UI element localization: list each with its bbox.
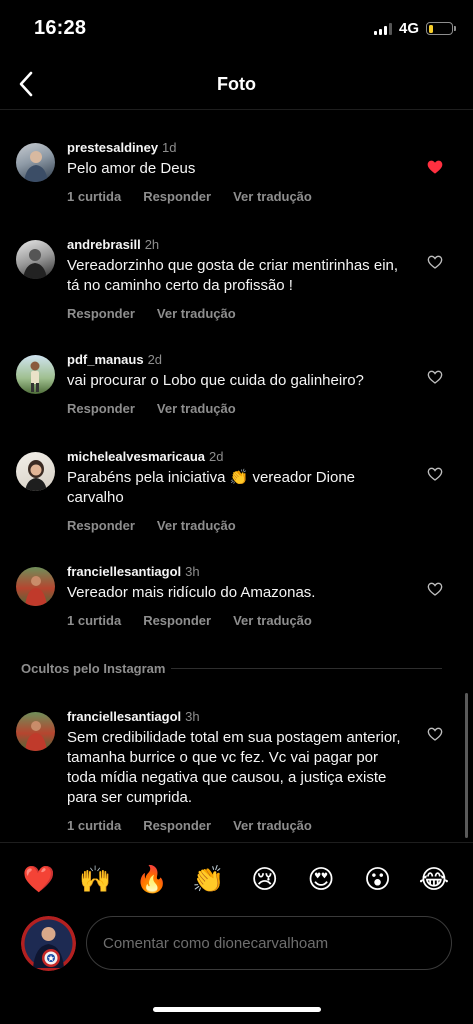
comment-username[interactable]: andrebrasill bbox=[67, 237, 141, 252]
avatar[interactable] bbox=[16, 240, 55, 279]
top-nav: Foto bbox=[0, 58, 473, 110]
status-indicators: 4G bbox=[373, 20, 456, 37]
reply-button[interactable]: Responder bbox=[143, 189, 211, 204]
comment-time: 3h bbox=[185, 709, 200, 724]
avatar[interactable] bbox=[16, 355, 55, 394]
comment-username[interactable]: prestesaldiney bbox=[67, 140, 158, 155]
comment-username[interactable]: franciellesantiagol bbox=[67, 564, 181, 579]
hidden-comments-label[interactable]: Ocultos pelo Instagram bbox=[21, 661, 165, 676]
comment-text: Pelo amor de Deus bbox=[67, 160, 196, 177]
comment-actions: 1 curtida Responder Ver tradução bbox=[67, 818, 407, 833]
battery-level bbox=[428, 24, 433, 33]
comment-body: michelealvesmaricaua 2d Parabéns pela ini… bbox=[67, 449, 407, 533]
reply-button[interactable]: Responder bbox=[67, 401, 135, 416]
emoji-reaction-bar: ❤️ 🙌 🔥 👏 😢 😍 😮 😂 bbox=[0, 842, 473, 914]
like-button[interactable] bbox=[424, 463, 446, 485]
heart-outline-icon bbox=[427, 467, 443, 481]
like-button[interactable] bbox=[424, 251, 446, 273]
comment-body: franciellesantiagol 3h Vereador mais ridí… bbox=[67, 564, 407, 628]
scrollbar[interactable] bbox=[465, 693, 468, 838]
comments-list[interactable]: prestesaldiney 1d Pelo amor de Deus 1 cur… bbox=[0, 112, 473, 842]
comment-actions: 1 curtida Responder Ver tradução bbox=[67, 613, 407, 628]
emoji-surprised[interactable]: 😮 bbox=[361, 862, 395, 896]
heart-filled-icon bbox=[427, 160, 443, 174]
translate-button[interactable]: Ver tradução bbox=[157, 306, 236, 321]
reply-button[interactable]: Responder bbox=[67, 306, 135, 321]
comment-actions: Responder Ver tradução bbox=[67, 518, 407, 533]
translate-button[interactable]: Ver tradução bbox=[233, 613, 312, 628]
emoji-heart-eyes[interactable]: 😍 bbox=[304, 862, 338, 896]
my-avatar[interactable] bbox=[21, 916, 76, 971]
avatar[interactable] bbox=[16, 452, 55, 491]
heart-outline-icon bbox=[427, 370, 443, 384]
signal-icon bbox=[373, 22, 392, 35]
like-button[interactable] bbox=[424, 578, 446, 600]
network-label: 4G bbox=[398, 20, 419, 37]
comment-text: vai procurar o Lobo que cuida do galinhe… bbox=[67, 372, 364, 389]
emoji-fire[interactable]: 🔥 bbox=[135, 862, 169, 896]
status-bar: 16:28 4G bbox=[0, 0, 473, 58]
battery-icon bbox=[426, 22, 456, 35]
comment-body: pdf_manaus 2d vai procurar o Lobo que cui… bbox=[67, 352, 407, 416]
emoji-clap[interactable]: 👏 bbox=[191, 862, 225, 896]
comment-text: Sem credibilidade total em sua postagem … bbox=[67, 729, 401, 806]
divider bbox=[171, 668, 442, 669]
heart-outline-icon bbox=[427, 727, 443, 741]
comment-username[interactable]: franciellesantiagol bbox=[67, 709, 181, 724]
home-indicator[interactable] bbox=[153, 1007, 321, 1012]
comment-text: Parabéns pela iniciativa 👏 vereador Dion… bbox=[67, 469, 356, 506]
hidden-comments-separator: Ocultos pelo Instagram bbox=[21, 660, 442, 678]
comment-username[interactable]: michelealvesmaricaua bbox=[67, 449, 205, 464]
reply-button[interactable]: Responder bbox=[67, 518, 135, 533]
like-button[interactable] bbox=[424, 156, 446, 178]
like-button[interactable] bbox=[424, 723, 446, 745]
translate-button[interactable]: Ver tradução bbox=[157, 401, 236, 416]
comment-time: 2h bbox=[144, 237, 160, 252]
comment-text: Vereadorzinho que gosta de criar mentiri… bbox=[67, 257, 399, 294]
status-time: 16:28 bbox=[34, 17, 87, 39]
avatar[interactable] bbox=[16, 712, 55, 751]
emoji-crying[interactable]: 😢 bbox=[248, 862, 282, 896]
comment-time: 3h bbox=[185, 564, 200, 579]
user-photo bbox=[21, 916, 76, 971]
user-photo bbox=[25, 576, 47, 606]
comment-time: 1d bbox=[162, 140, 177, 155]
comment-text: Vereador mais ridículo do Amazonas. bbox=[67, 584, 316, 601]
likes-count-button[interactable]: 1 curtida bbox=[67, 613, 121, 628]
reply-button[interactable]: Responder bbox=[143, 613, 211, 628]
comment-actions: Responder Ver tradução bbox=[67, 401, 407, 416]
comment-body: andrebrasill 2h Vereadorzinho que gosta d… bbox=[67, 237, 407, 321]
comment-input[interactable] bbox=[86, 916, 452, 970]
comment-body: franciellesantiagol 3h Sem credibilidade … bbox=[67, 709, 407, 833]
heart-outline-icon bbox=[427, 255, 443, 269]
avatar[interactable] bbox=[16, 567, 55, 606]
comment-username[interactable]: pdf_manaus bbox=[67, 352, 144, 367]
user-photo bbox=[25, 460, 47, 491]
user-photo bbox=[25, 721, 47, 751]
reply-button[interactable]: Responder bbox=[143, 818, 211, 833]
like-button[interactable] bbox=[424, 366, 446, 388]
avatar[interactable] bbox=[16, 143, 55, 182]
emoji-laughing[interactable]: 😂 bbox=[417, 862, 451, 896]
emoji-heart[interactable]: ❤️ bbox=[22, 862, 56, 896]
user-photo bbox=[24, 151, 48, 182]
comment-composer bbox=[0, 914, 473, 974]
translate-button[interactable]: Ver tradução bbox=[233, 818, 312, 833]
comment-time: 2d bbox=[209, 449, 224, 464]
comment-actions: Responder Ver tradução bbox=[67, 306, 407, 321]
heart-outline-icon bbox=[427, 582, 443, 596]
translate-button[interactable]: Ver tradução bbox=[233, 189, 312, 204]
user-photo bbox=[23, 249, 47, 279]
likes-count-button[interactable]: 1 curtida bbox=[67, 818, 121, 833]
comment-time: 2d bbox=[147, 352, 163, 367]
comment-body: prestesaldiney 1d Pelo amor de Deus 1 cur… bbox=[67, 140, 407, 204]
likes-count-button[interactable]: 1 curtida bbox=[67, 189, 121, 204]
user-photo bbox=[30, 361, 40, 392]
translate-button[interactable]: Ver tradução bbox=[157, 518, 236, 533]
emoji-raised-hands[interactable]: 🙌 bbox=[78, 862, 112, 896]
page-title: Foto bbox=[217, 74, 256, 94]
comment-actions: 1 curtida Responder Ver tradução bbox=[67, 189, 407, 204]
